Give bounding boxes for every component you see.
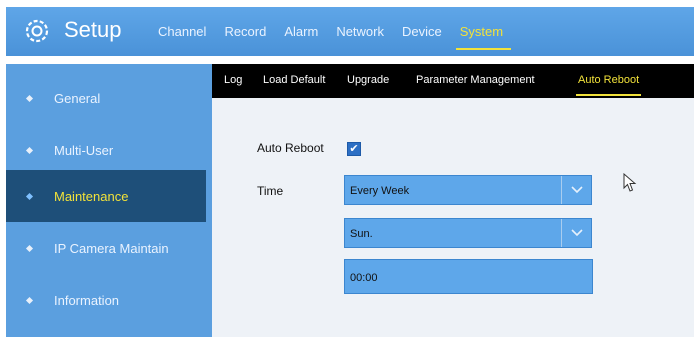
sidebar-item-label: Maintenance bbox=[54, 188, 129, 204]
tab-network[interactable]: Network bbox=[336, 24, 384, 39]
tab-alarm[interactable]: Alarm bbox=[284, 24, 318, 39]
time-input[interactable]: 00:00 bbox=[344, 259, 593, 294]
auto-reboot-checkbox[interactable]: ✔ bbox=[347, 142, 361, 156]
sidebar-item-label: Information bbox=[54, 292, 120, 308]
bullet-icon bbox=[25, 146, 34, 154]
app-window: Setup Channel Record Alarm Network Devic… bbox=[0, 0, 694, 337]
subtab-parameter-management[interactable]: Parameter Management bbox=[416, 74, 535, 86]
subtab-auto-reboot[interactable]: Auto Reboot bbox=[575, 74, 642, 96]
sidebar-item-general[interactable]: General bbox=[6, 72, 206, 124]
top-nav: Channel Record Alarm Network Device Syst… bbox=[158, 24, 521, 50]
sidebar-item-maintenance[interactable]: Maintenance bbox=[6, 170, 206, 222]
tab-device[interactable]: Device bbox=[402, 24, 442, 39]
sub-nav: Log Load Default Upgrade Parameter Manag… bbox=[212, 64, 694, 98]
bullet-icon bbox=[25, 296, 34, 304]
bullet-icon bbox=[25, 244, 34, 252]
frequency-select[interactable]: Every Week bbox=[344, 175, 592, 205]
auto-reboot-label: Auto Reboot bbox=[257, 141, 324, 155]
app-title: Setup bbox=[64, 17, 122, 42]
gear-icon bbox=[25, 19, 49, 43]
mouse-pointer-icon bbox=[623, 173, 637, 192]
sidebar: General Multi-User Maintenance IP Camera… bbox=[6, 64, 206, 337]
sidebar-item-label: Multi-User bbox=[54, 142, 114, 158]
time-label: Time bbox=[257, 184, 284, 198]
subtab-log[interactable]: Log bbox=[224, 74, 242, 86]
checkmark-icon: ✔ bbox=[349, 143, 359, 155]
frequency-value: Every Week bbox=[350, 185, 410, 197]
sidebar-item-label: General bbox=[54, 90, 101, 106]
sidebar-item-label: IP Camera Maintain bbox=[54, 240, 169, 256]
subtab-load-default[interactable]: Load Default bbox=[263, 74, 325, 86]
tab-record[interactable]: Record bbox=[224, 24, 266, 39]
chevron-down-icon bbox=[561, 219, 591, 247]
subtab-upgrade[interactable]: Upgrade bbox=[347, 74, 389, 86]
bullet-icon bbox=[25, 192, 34, 200]
time-value: 00:00 bbox=[350, 272, 378, 284]
bullet-icon bbox=[25, 94, 34, 102]
chevron-down-icon bbox=[561, 176, 591, 204]
day-value: Sun. bbox=[350, 228, 373, 240]
sidebar-item-multi-user[interactable]: Multi-User bbox=[6, 124, 206, 176]
top-header: Setup Channel Record Alarm Network Devic… bbox=[6, 7, 694, 56]
day-select[interactable]: Sun. bbox=[344, 218, 592, 248]
sidebar-item-ip-camera-maintain[interactable]: IP Camera Maintain bbox=[6, 222, 206, 274]
tab-system[interactable]: System bbox=[455, 24, 512, 50]
sidebar-item-information[interactable]: Information bbox=[6, 274, 206, 326]
tab-channel[interactable]: Channel bbox=[158, 24, 206, 39]
